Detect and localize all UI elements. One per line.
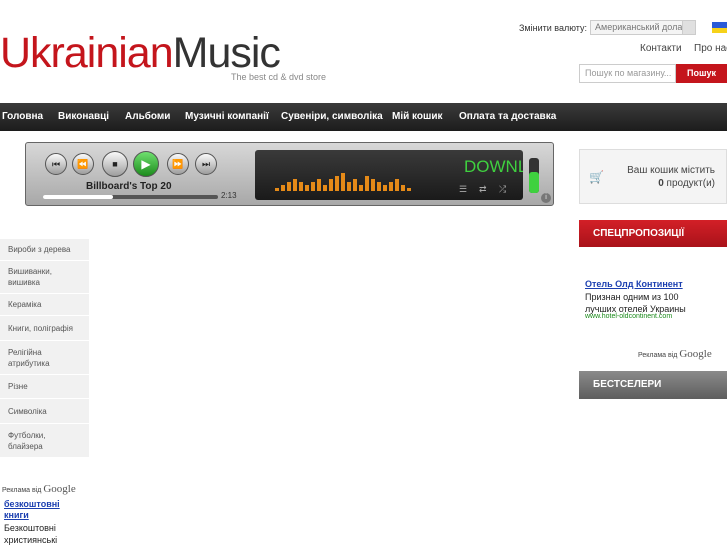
bestsellers-header: БЕСТСЕЛЕРИ xyxy=(579,371,727,399)
info-icon[interactable]: i xyxy=(541,193,551,203)
equalizer-icon xyxy=(275,173,411,191)
screen-text: DOWNLOAD xyxy=(464,157,523,176)
shuffle-icon[interactable]: ⤮ xyxy=(499,184,506,195)
currency-select-value: Американський долар xyxy=(595,22,688,32)
cart-unit: продукт(и) xyxy=(666,178,715,189)
contacts-link[interactable]: Контакти xyxy=(640,43,682,54)
currency-select[interactable]: Американський долар xyxy=(590,20,696,35)
ad-text: Признан одним из 100 лучших отелей Украи… xyxy=(585,292,686,314)
cart-summary-label: Ваш кошик містить xyxy=(627,165,715,176)
nav-item-souvenirs[interactable]: Сувеніри, символіка xyxy=(281,103,383,131)
logo-text-ukrainian: Ukrainian xyxy=(0,29,174,77)
skip-back-icon[interactable]: ⏮ xyxy=(45,153,67,175)
playlist-icon[interactable]: ☰ xyxy=(459,184,467,195)
player-screen: DOWNLOAD ☰ ⇄ ⤮ xyxy=(255,150,523,200)
ads-by-google-left[interactable]: Реклама від Google xyxy=(2,483,76,495)
special-offers-header: СПЕЦПРОПОЗИЦІЇ xyxy=(579,220,727,247)
music-player: ⏮ ⏪ ■ ▶ ⏩ ⏭ Billboard's Top 20 2:13 DOWN… xyxy=(25,142,554,206)
cart-box[interactable]: 🛒 Ваш кошик містить 0 продукт(и) xyxy=(579,149,727,204)
nav-item-albums[interactable]: Альбоми xyxy=(125,103,170,131)
nav-item-labels[interactable]: Музичні компанії xyxy=(185,103,269,131)
track-title: Billboard's Top 20 xyxy=(86,181,172,192)
sidebar-item-misc[interactable]: Різне xyxy=(0,375,89,399)
stop-icon[interactable]: ■ xyxy=(102,151,128,177)
skip-forward-icon[interactable]: ⏭ xyxy=(195,153,217,175)
volume-fill xyxy=(529,172,539,193)
about-link[interactable]: Про нас xyxy=(694,43,727,54)
nav-item-artists[interactable]: Виконавці xyxy=(58,103,109,131)
nav-item-payment[interactable]: Оплата та доставка xyxy=(459,103,556,131)
progress-bar[interactable] xyxy=(43,195,218,199)
sidebar-item-tshirts[interactable]: Футболки, блайзера xyxy=(0,424,89,458)
nav-item-cart[interactable]: Мій кошик xyxy=(392,103,443,131)
volume-slider[interactable] xyxy=(529,158,539,193)
fast-forward-icon[interactable]: ⏩ xyxy=(167,153,189,175)
cart-count: 0 xyxy=(658,178,664,189)
ads-by-google[interactable]: Реклама від Google xyxy=(638,348,712,360)
google-logo: Google xyxy=(43,483,76,495)
chevron-down-icon xyxy=(682,21,695,34)
ad-link[interactable]: Отель Олд Континент xyxy=(585,279,683,289)
ukraine-flag-icon[interactable] xyxy=(712,22,727,33)
ads-by-label: Реклама від xyxy=(2,487,42,494)
sidebar-item-symbols[interactable]: Символіка xyxy=(0,399,89,424)
play-icon[interactable]: ▶ xyxy=(133,151,159,177)
ad-url[interactable]: www.hotel-oldcontinent.com xyxy=(585,313,672,320)
tagline: The best cd & dvd store xyxy=(231,72,327,82)
sidebar-item-embroidery[interactable]: Вишиванки, вишивка xyxy=(0,261,89,294)
search-input[interactable]: Пошук по магазину... xyxy=(579,64,676,83)
sidebar-item-religious[interactable]: Релігійна атрибутика xyxy=(0,341,89,375)
cart-count-line: 0 продукт(и) xyxy=(658,178,715,189)
google-logo: Google xyxy=(679,348,712,360)
track-time: 2:13 xyxy=(221,191,237,200)
main-nav: Головна Виконавці Альбоми Музичні компан… xyxy=(0,103,727,131)
left-ad-text: Безкоштовні християнські xyxy=(4,523,58,545)
nav-item-home[interactable]: Головна xyxy=(2,103,43,131)
currency-label: Змінити валюту: xyxy=(519,23,587,33)
left-ad-link[interactable]: безкоштовні книги xyxy=(4,499,84,521)
shopping-cart-icon: 🛒 xyxy=(589,170,604,184)
site-logo[interactable]: UkrainianMusic The best cd & dvd store xyxy=(0,30,330,85)
logo-text-music: Music xyxy=(172,29,281,77)
sidebar-item-books[interactable]: Книги, поліграфія xyxy=(0,316,89,341)
category-sidebar: Вироби з дерева Вишиванки, вишивка Керам… xyxy=(0,239,89,458)
ads-by-label: Реклама від xyxy=(638,352,678,359)
repeat-icon[interactable]: ⇄ xyxy=(479,184,487,195)
sidebar-item-ceramics[interactable]: Кераміка xyxy=(0,294,89,316)
search-button[interactable]: Пошук xyxy=(676,64,727,83)
sidebar-item-wood[interactable]: Вироби з дерева xyxy=(0,239,89,261)
progress-fill xyxy=(43,195,113,199)
rewind-icon[interactable]: ⏪ xyxy=(72,153,94,175)
